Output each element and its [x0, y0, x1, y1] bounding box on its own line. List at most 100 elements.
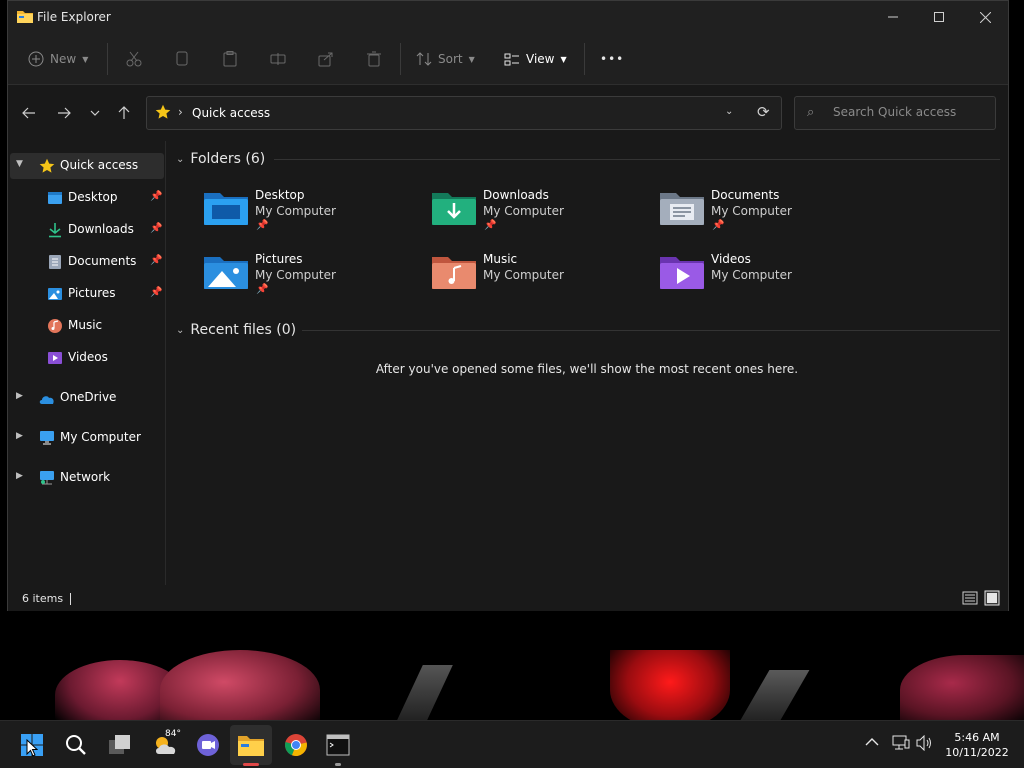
sidebar-item-label: Pictures [68, 286, 116, 300]
chevron-up-icon [865, 738, 879, 746]
breadcrumb-path[interactable]: Quick access [192, 106, 270, 120]
show-hidden-icons-button[interactable] [865, 735, 879, 751]
folder-tile-music[interactable]: Music My Computer [394, 249, 614, 305]
scissors-icon [126, 51, 142, 67]
search-input[interactable] [833, 105, 989, 119]
clock[interactable]: 5:46 AM 10/11/2022 [944, 730, 1010, 760]
maximize-button[interactable] [916, 1, 962, 33]
navigation-pane: ▼ Quick access Desktop 📌 Downloads 📌 Doc… [8, 141, 166, 585]
folder-tile-documents[interactable]: Documents My Computer 📌 [622, 185, 842, 241]
chevron-right-icon[interactable]: ▶ [16, 391, 23, 401]
sidebar-item-videos[interactable]: Videos [10, 345, 164, 371]
folder-name: Videos [711, 252, 751, 266]
rename-button[interactable] [270, 33, 286, 85]
folder-location: My Computer [711, 268, 792, 282]
share-button[interactable] [318, 33, 334, 85]
address-bar[interactable]: › Quick access ⌄ ⟳ [146, 96, 782, 130]
downloads-folder-icon [432, 193, 476, 225]
status-divider [70, 593, 71, 605]
paste-button[interactable] [222, 33, 238, 85]
pin-icon[interactable]: 📌 [150, 223, 162, 234]
sidebar-item-music[interactable]: Music [10, 313, 164, 339]
group-divider [302, 330, 1000, 331]
chevron-down-icon[interactable]: ▼ [16, 159, 23, 169]
view-button[interactable]: View ▼ [504, 33, 567, 85]
folder-tile-videos[interactable]: Videos My Computer [622, 249, 842, 305]
trash-icon [367, 51, 381, 67]
copy-button[interactable] [174, 33, 190, 85]
star-icon [39, 158, 55, 173]
folder-name: Music [483, 252, 518, 266]
network-icon [40, 471, 54, 485]
sidebar-item-desktop[interactable]: Desktop 📌 [10, 185, 164, 211]
videos-icon [48, 352, 62, 364]
task-view-button[interactable] [104, 729, 136, 761]
speaker-icon [916, 734, 931, 752]
content-pane: ⌄ Folders (6) Desktop My Computer 📌 Down… [166, 141, 1008, 585]
terminal-icon [326, 734, 350, 756]
recent-locations-button[interactable] [83, 101, 107, 125]
taskbar: 84° 5:46 AM 10/11/2022 [0, 720, 1024, 768]
file-explorer-taskbar-button[interactable] [235, 729, 267, 761]
folder-tile-downloads[interactable]: Downloads My Computer 📌 [394, 185, 614, 241]
large-icons-view-icon[interactable] [984, 590, 1000, 606]
teams-chat-button[interactable] [192, 729, 224, 761]
chevron-down-icon: ⌄ [176, 153, 185, 165]
chevron-right-icon[interactable]: ▶ [16, 471, 23, 481]
chrome-taskbar-button[interactable] [280, 729, 312, 761]
search-taskbar-button[interactable] [60, 729, 92, 761]
network-tray-button[interactable] [892, 735, 910, 755]
forward-button[interactable] [52, 101, 76, 125]
terminal-taskbar-button[interactable] [322, 729, 354, 761]
search-box[interactable]: ⌕ [794, 96, 996, 130]
minimize-button[interactable] [870, 1, 916, 33]
pin-icon[interactable]: 📌 [150, 287, 162, 298]
share-icon [318, 52, 333, 67]
up-button[interactable] [112, 101, 136, 125]
sidebar-item-my-computer[interactable]: ▶ My Computer [10, 425, 164, 451]
sort-icon [416, 52, 432, 66]
close-button[interactable] [962, 1, 1008, 33]
arrow-up-icon [118, 106, 130, 119]
pin-icon: 📌 [256, 284, 269, 295]
pin-icon[interactable]: 📌 [150, 255, 162, 266]
sidebar-item-label: Quick access [60, 158, 139, 172]
recent-files-group-header[interactable]: ⌄ Recent files (0) [176, 320, 296, 340]
folder-location: My Computer [711, 204, 792, 218]
cut-button[interactable] [126, 33, 142, 85]
sidebar-item-network[interactable]: ▶ Network [10, 465, 164, 491]
rename-icon [270, 53, 286, 65]
sidebar-item-documents[interactable]: Documents 📌 [10, 249, 164, 275]
network-status-icon [892, 735, 910, 750]
pictures-icon [48, 288, 62, 300]
folder-location: My Computer [255, 204, 336, 218]
more-options-button[interactable]: ••• [600, 33, 624, 85]
chevron-right-icon[interactable]: ▶ [16, 431, 23, 441]
sort-button[interactable]: Sort ▼ [416, 33, 475, 85]
folder-tile-pictures[interactable]: Pictures My Computer 📌 [166, 249, 386, 305]
sidebar-item-onedrive[interactable]: ▶ OneDrive [10, 385, 164, 411]
toolbar-divider [400, 43, 401, 75]
sidebar-item-quick-access[interactable]: ▼ Quick access [10, 153, 164, 179]
title-bar[interactable]: File Explorer [8, 1, 1008, 33]
volume-tray-button[interactable] [916, 734, 934, 755]
back-button[interactable] [17, 101, 41, 125]
details-view-icon[interactable] [962, 590, 978, 606]
folder-tile-desktop[interactable]: Desktop My Computer 📌 [166, 185, 386, 241]
folder-name: Documents [711, 188, 780, 202]
sidebar-item-label: Documents [68, 254, 137, 268]
new-button[interactable]: New ▼ [28, 33, 88, 85]
music-icon [48, 319, 62, 333]
delete-button[interactable] [366, 33, 382, 85]
pin-icon: 📌 [484, 220, 497, 231]
refresh-icon[interactable]: ⟳ [757, 103, 770, 121]
chevron-down-icon[interactable]: ⌄ [725, 106, 733, 117]
sidebar-item-pictures[interactable]: Pictures 📌 [10, 281, 164, 307]
arrow-left-icon [22, 107, 35, 119]
sidebar-item-downloads[interactable]: Downloads 📌 [10, 217, 164, 243]
address-row: › Quick access ⌄ ⟳ ⌕ [8, 85, 1008, 141]
pin-icon[interactable]: 📌 [150, 191, 162, 202]
folders-group-header[interactable]: ⌄ Folders (6) [176, 149, 265, 169]
documents-folder-icon [660, 193, 704, 225]
clock-time: 5:46 AM [954, 731, 1000, 744]
